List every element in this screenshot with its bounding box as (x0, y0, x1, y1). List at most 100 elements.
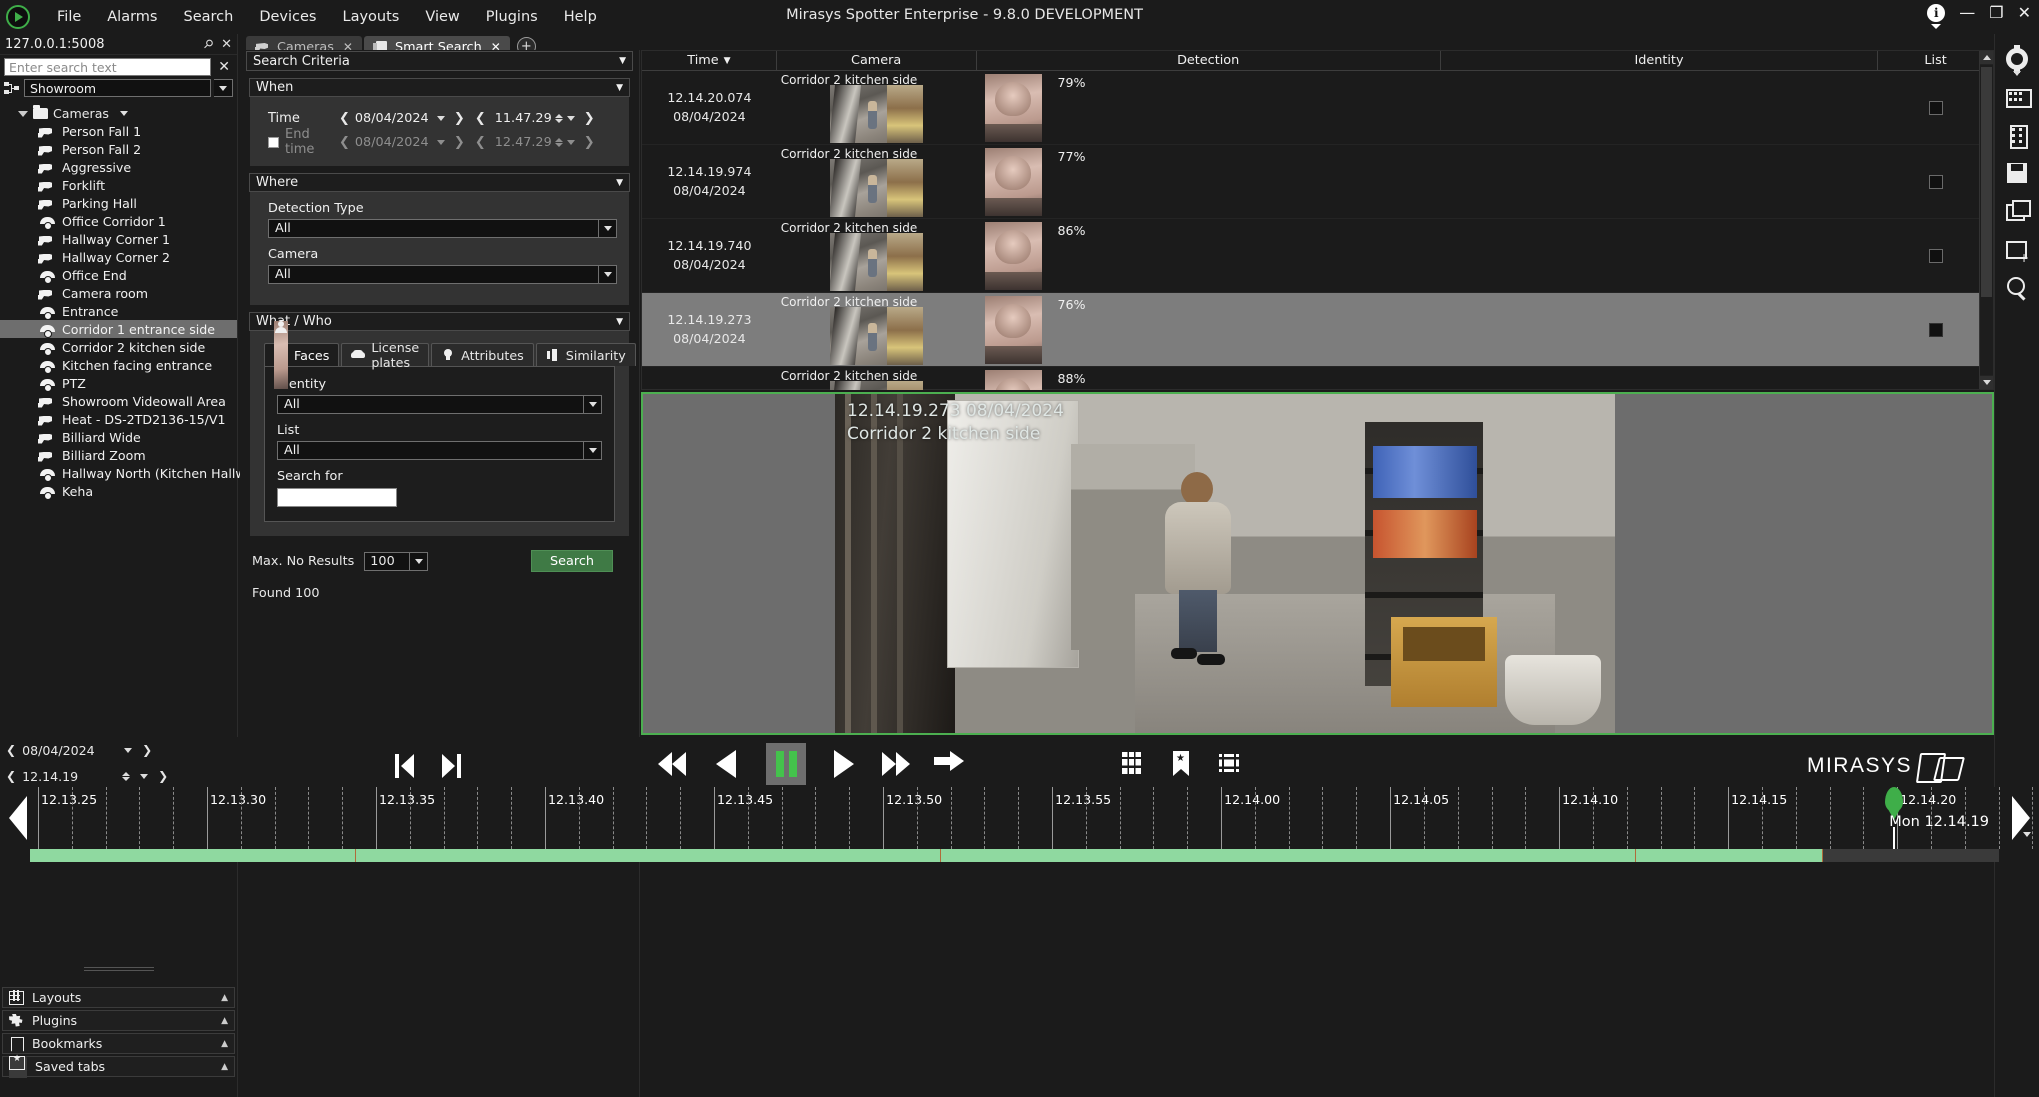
profile-dropdown-arrow[interactable] (214, 79, 233, 97)
timeline-collapse-icon[interactable] (2023, 837, 2031, 856)
toolbar-save[interactable] (1995, 154, 2039, 192)
toolbar-windows[interactable] (1995, 192, 2039, 230)
tree-root-cameras[interactable]: Cameras (0, 105, 237, 122)
dropdown-arrow-icon[interactable] (598, 265, 617, 284)
detection-face-thumbnail[interactable] (985, 74, 1042, 142)
camera-thumbnail[interactable] (830, 159, 923, 217)
clear-search-icon[interactable]: ✕ (215, 59, 233, 75)
camera-tree-item[interactable]: Forklift (0, 176, 237, 194)
table-row[interactable]: 12.14.20.07408/04/2024Corridor 2 kitchen… (642, 71, 1993, 145)
scroll-up-button[interactable] (1980, 51, 1993, 65)
toolbar-settings[interactable] (1995, 40, 2039, 78)
row-checkbox[interactable] (1929, 175, 1943, 189)
end-time-spinner[interactable] (555, 138, 563, 147)
search-for-input[interactable] (277, 488, 397, 507)
dropdown-arrow-icon[interactable] (583, 395, 602, 414)
camera-tree-item[interactable]: Office End (0, 266, 237, 284)
time-value[interactable]: 11.47.29 (491, 111, 553, 126)
step-forward-button[interactable] (433, 751, 461, 781)
time-dropdown-icon[interactable] (567, 116, 575, 121)
chevron-down-icon[interactable]: ▼ (616, 178, 623, 188)
camera-thumbnail[interactable] (830, 307, 923, 365)
timeline-date-value[interactable]: 08/04/2024 (22, 743, 114, 758)
expand-collapse-icon[interactable] (18, 111, 28, 117)
row-checkbox[interactable] (1929, 249, 1943, 263)
results-scrollbar[interactable] (1979, 51, 1993, 389)
scroll-down-button[interactable] (1980, 375, 1993, 389)
camera-tree-item[interactable]: PTZ (0, 374, 237, 392)
column-header-time[interactable]: Time ▼ (642, 51, 777, 70)
close-panel-icon[interactable]: ✕ (221, 37, 232, 52)
sidebar-item-layouts[interactable]: Layouts ▲ (2, 987, 235, 1008)
camera-tree-item[interactable]: Person Fall 2 (0, 140, 237, 158)
clock-next-button[interactable]: ❯ (579, 111, 600, 126)
step-back-button[interactable] (395, 751, 423, 781)
timeline-time-value[interactable]: 12.14.19 (22, 769, 114, 784)
time-prev-icon[interactable]: ❮ (6, 769, 16, 783)
date-picker-icon[interactable] (437, 116, 445, 121)
camera-tree-item[interactable]: Heat - DS-2TD2136-15/V1 (0, 410, 237, 428)
restore-button[interactable]: ❐ (1989, 5, 2003, 21)
detection-face-thumbnail[interactable] (985, 370, 1042, 391)
row-checkbox[interactable] (1929, 101, 1943, 115)
table-row[interactable]: 12.14.19.74008/04/2024Corridor 2 kitchen… (642, 219, 1993, 293)
where-header[interactable]: Where ▼ (249, 173, 630, 192)
video-viewer[interactable]: 12.14.19.273 08/04/2024 Corridor 2 kitch… (641, 392, 1994, 735)
chevron-up-icon[interactable]: ▲ (221, 993, 228, 1003)
camera-filter-select[interactable]: All (268, 265, 617, 284)
search-input[interactable] (4, 58, 211, 76)
camera-tree-item[interactable]: Corridor 1 entrance side (0, 320, 237, 338)
row-checkbox[interactable] (1929, 323, 1943, 337)
menu-item-help[interactable]: Help (551, 5, 610, 30)
end-clock-next-button[interactable]: ❯ (579, 135, 600, 150)
tab-license-plates[interactable]: License plates (341, 343, 429, 366)
end-date-picker-icon[interactable] (437, 140, 445, 145)
chevron-down-icon[interactable] (2013, 71, 2021, 76)
menu-item-devices[interactable]: Devices (246, 5, 329, 30)
timeline-recording-bar[interactable] (30, 849, 1999, 862)
table-row[interactable]: Corridor 2 kitchen side88% (642, 367, 1993, 390)
camera-tree-item[interactable]: Showroom Videowall Area (0, 392, 237, 410)
sidebar-splitter[interactable] (0, 962, 237, 972)
end-date-value[interactable]: 08/04/2024 (355, 135, 433, 150)
search-criteria-header[interactable]: Search Criteria ▼ (246, 51, 633, 71)
date-next-icon[interactable]: ❯ (142, 743, 152, 757)
end-time-checkbox[interactable] (268, 137, 279, 148)
camera-tree-item[interactable]: Office Corridor 1 (0, 212, 237, 230)
time-date-value[interactable]: 08/04/2024 (355, 111, 433, 126)
camera-thumbnail[interactable] (830, 381, 923, 391)
grid-view-button[interactable] (1120, 751, 1146, 777)
table-row[interactable]: 12.14.19.97408/04/2024Corridor 2 kitchen… (642, 145, 1993, 219)
menu-item-plugins[interactable]: Plugins (473, 5, 551, 30)
dropdown-arrow-icon[interactable] (598, 219, 617, 238)
minimize-button[interactable]: — (1959, 5, 1975, 21)
timeline-ruler[interactable]: 12.13.2512.13.3012.13.3512.13.4012.13.45… (30, 787, 1999, 849)
info-icon[interactable]: i (1927, 4, 1945, 22)
camera-tree-item[interactable]: Hallway Corner 1 (0, 230, 237, 248)
column-header-camera[interactable]: Camera (777, 51, 977, 70)
camera-tree-item[interactable]: Corridor 2 kitchen side (0, 338, 237, 356)
tab-similarity[interactable]: Similarity (536, 343, 636, 366)
filmstrip-button[interactable] (1216, 751, 1242, 777)
list-select[interactable]: All (277, 441, 602, 460)
scrollbar-thumb[interactable] (1981, 67, 1992, 297)
camera-tree-item[interactable]: Person Fall 1 (0, 122, 237, 140)
sidebar-item-plugins[interactable]: Plugins ▲ (2, 1010, 235, 1031)
time-spinner[interactable] (555, 114, 563, 123)
toolbar-search[interactable] (1995, 268, 2039, 306)
table-row[interactable]: 12.14.19.27308/04/2024Corridor 2 kitchen… (642, 293, 1993, 367)
menu-item-layouts[interactable]: Layouts (329, 5, 412, 30)
bookmark-button[interactable] (1168, 751, 1194, 777)
close-button[interactable]: ✕ (2018, 5, 2031, 21)
chevron-up-icon[interactable]: ▲ (221, 1016, 228, 1026)
camera-tree-item[interactable]: Hallway Corner 2 (0, 248, 237, 266)
chevron-up-icon[interactable]: ▲ (221, 1062, 228, 1072)
camera-tree-item[interactable]: Kitchen facing entrance (0, 356, 237, 374)
camera-tree-item[interactable]: Keha (0, 482, 237, 500)
max-results-select[interactable]: 100 (364, 552, 428, 571)
end-date-next-button[interactable]: ❯ (449, 135, 470, 150)
tab-faces[interactable]: Faces (264, 343, 339, 366)
time-next-icon[interactable]: ❯ (158, 769, 168, 783)
pin-icon[interactable]: ⚲ (201, 36, 217, 52)
play-reverse-button[interactable] (712, 745, 746, 783)
